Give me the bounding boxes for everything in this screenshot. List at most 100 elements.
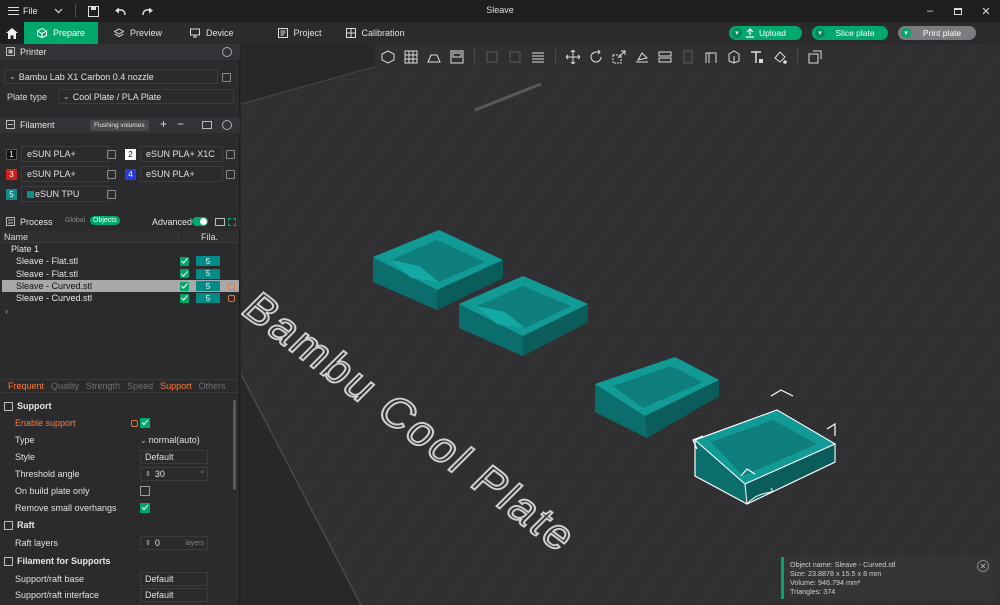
gear-icon[interactable]	[222, 47, 232, 57]
tab-support[interactable]: Support	[160, 381, 192, 391]
lock-icon[interactable]	[228, 295, 235, 303]
flushing-volumes-button[interactable]: Flushing volumes	[90, 120, 149, 131]
raft-layers-input[interactable]: ⇕ 0 layers	[140, 536, 208, 550]
spinner-icon[interactable]: ⇕	[145, 539, 151, 547]
support-type-select[interactable]: ⌄ normal(auto)	[140, 433, 208, 447]
chevron-down-icon[interactable]	[54, 6, 63, 16]
build-plate-scene[interactable]: Bambu Cool Plate	[241, 44, 1000, 605]
table-row[interactable]: Sleave - Curved.stl 5	[2, 279, 239, 293]
move-icon[interactable]	[563, 47, 583, 67]
support-painting-icon[interactable]	[701, 47, 721, 67]
printable-checkbox[interactable]	[180, 293, 189, 303]
tab-calibration[interactable]: Calibration	[334, 22, 417, 44]
maximize-icon[interactable]	[944, 0, 972, 22]
rotate-icon[interactable]	[586, 47, 606, 67]
tab-strength[interactable]: Strength	[86, 381, 120, 391]
threshold-angle-input[interactable]: ⇕ 30 °	[140, 467, 208, 481]
filament-slot-2[interactable]: 2 eSUN PLA+ X1C	[125, 146, 223, 162]
add-filament-icon[interactable]: +	[160, 117, 167, 131]
lock-icon[interactable]	[228, 282, 235, 290]
edit-icon[interactable]	[226, 150, 235, 159]
printable-checkbox[interactable]	[180, 256, 189, 266]
support-interface-select[interactable]: Default	[140, 588, 208, 602]
edit-icon[interactable]	[107, 170, 116, 179]
sync-icon[interactable]	[202, 121, 212, 129]
printable-checkbox[interactable]	[180, 281, 189, 291]
chevron-right-icon[interactable]: ›	[2, 306, 8, 316]
build-plate-only-checkbox[interactable]	[140, 486, 150, 496]
filament-color-swatch[interactable]: 4	[125, 168, 136, 180]
filament-color-swatch[interactable]: 3	[6, 168, 17, 180]
tab-device[interactable]: Device	[178, 22, 246, 44]
filament-slot-5[interactable]: 5 eSUN TPU	[6, 186, 109, 202]
upload-button[interactable]: ▾ Upload	[729, 26, 802, 40]
add-object-icon[interactable]	[378, 47, 398, 67]
printable-checkbox[interactable]	[180, 269, 189, 279]
print-plate-button[interactable]: ▾ Print plate	[898, 26, 976, 40]
compare-icon[interactable]	[215, 218, 225, 226]
text-tool-icon[interactable]	[747, 47, 767, 67]
enable-support-checkbox[interactable]	[140, 418, 150, 428]
close-icon[interactable]: ✕	[972, 0, 1000, 22]
tab-prepare[interactable]: Prepare	[24, 22, 98, 44]
tab-quality[interactable]: Quality	[51, 381, 79, 391]
tab-frequent[interactable]: Frequent	[8, 381, 44, 391]
table-row[interactable]: Sleave - Curved.stl 5	[2, 292, 239, 304]
support-style-select[interactable]: Default	[140, 450, 208, 464]
boolean-icon[interactable]	[678, 47, 698, 67]
remove-filament-icon[interactable]: −	[177, 117, 184, 131]
remove-small-overhangs-checkbox[interactable]	[140, 503, 150, 513]
layers-editing-icon[interactable]	[528, 47, 548, 67]
filament-color-swatch[interactable]: 5	[6, 188, 17, 200]
support-base-select[interactable]: Default	[140, 572, 208, 586]
lock-icon[interactable]	[131, 420, 138, 427]
edit-icon[interactable]	[107, 150, 116, 159]
chevron-down-icon[interactable]: ▾	[815, 28, 825, 38]
chevron-down-icon[interactable]: ▾	[732, 28, 742, 38]
expand-row[interactable]: ›	[2, 304, 239, 316]
color-painting-icon[interactable]	[770, 47, 790, 67]
settings-scrollbar[interactable]	[233, 400, 236, 490]
edit-icon[interactable]	[107, 190, 116, 199]
filament-number[interactable]: 5	[196, 293, 220, 304]
grid-icon[interactable]	[228, 218, 236, 226]
assembly-view-icon[interactable]	[805, 47, 825, 67]
minimize-icon[interactable]: –	[916, 0, 944, 22]
split-objects-icon[interactable]	[482, 47, 502, 67]
filament-number[interactable]: 5	[196, 268, 220, 279]
table-row[interactable]: Sleave - Flat.stl 5	[2, 268, 239, 280]
filament-color-swatch[interactable]: 1	[6, 148, 17, 160]
filament-number[interactable]: 5	[196, 281, 220, 292]
save-icon[interactable]	[87, 0, 99, 22]
scale-icon[interactable]	[609, 47, 629, 67]
seam-painting-icon[interactable]	[724, 47, 744, 67]
close-icon[interactable]: ✕	[977, 560, 989, 572]
filament-slot-3[interactable]: 3 eSUN PLA+	[6, 166, 109, 182]
redo-icon[interactable]	[141, 0, 153, 22]
tab-others[interactable]: Others	[199, 381, 226, 391]
plate-type-select[interactable]: ⌄ Cool Plate / PLA Plate	[58, 89, 234, 104]
orient-icon[interactable]	[424, 47, 444, 67]
table-row[interactable]: Sleave - Flat.stl 5	[2, 255, 239, 267]
tab-preview[interactable]: Preview	[102, 22, 174, 44]
filament-number[interactable]: 5	[196, 256, 220, 267]
file-menu[interactable]: File	[0, 0, 63, 22]
global-toggle[interactable]: Global	[65, 217, 85, 224]
filament-slot-4[interactable]: 4 eSUN PLA+	[125, 166, 223, 182]
home-icon[interactable]	[0, 22, 24, 44]
cut-icon[interactable]	[655, 47, 675, 67]
arrange-icon[interactable]	[447, 47, 467, 67]
spinner-icon[interactable]: ⇕	[145, 470, 151, 478]
edit-icon[interactable]	[226, 170, 235, 179]
3d-viewport[interactable]: Bambu Cool Plate	[241, 44, 1000, 605]
slice-plate-button[interactable]: ▾ Slice plate	[812, 26, 888, 40]
printer-select[interactable]: ⌄ Bambu Lab X1 Carbon 0.4 nozzle	[4, 69, 218, 84]
chevron-down-icon[interactable]: ▾	[901, 28, 911, 38]
split-parts-icon[interactable]	[505, 47, 525, 67]
add-plate-icon[interactable]	[401, 47, 421, 67]
plate-row[interactable]: Plate 1	[2, 243, 239, 255]
filament-color-swatch[interactable]: 2	[125, 148, 136, 160]
undo-icon[interactable]	[114, 0, 126, 22]
tab-project[interactable]: Project	[266, 22, 334, 44]
edit-icon[interactable]	[222, 73, 231, 82]
